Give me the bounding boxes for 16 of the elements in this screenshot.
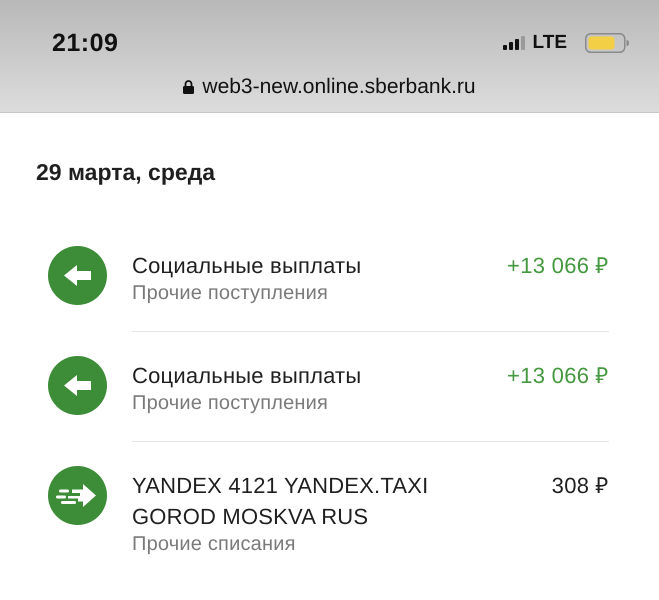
battery-icon [585, 33, 629, 53]
transaction-title: YANDEX 4121 YANDEX.TAXI GOROD MOSKVA RUS [132, 472, 430, 531]
transaction-amount: +13 066 ₽ [507, 252, 609, 280]
lock-icon [183, 80, 194, 94]
transaction-category: Прочие списания [132, 532, 297, 556]
date-heading: 29 марта, среда [36, 159, 216, 185]
signal-icon [502, 36, 525, 50]
status-time: 21:09 [52, 28, 118, 58]
transaction-title: Социальные выплаты [132, 252, 362, 280]
url-text[interactable]: web3-new.online.sberbank.ru [202, 74, 476, 100]
transaction-title: Социальные выплаты [132, 362, 362, 390]
transaction-category: Прочие поступления [132, 281, 330, 305]
transaction-amount: 308 ₽ [552, 472, 609, 500]
transaction-category: Прочие поступления [132, 391, 330, 415]
network-label: LTE [532, 32, 567, 54]
transaction-amount: +13 066 ₽ [507, 362, 609, 390]
